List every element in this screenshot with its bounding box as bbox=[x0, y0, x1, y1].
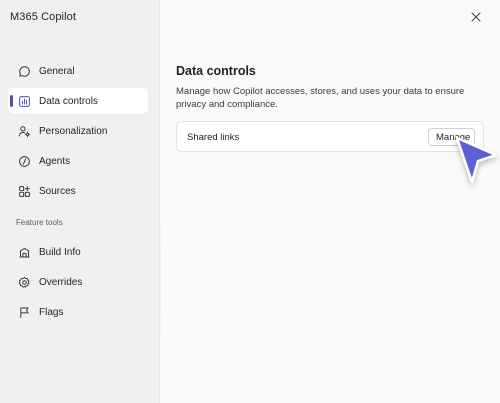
sidebar-item-label: Agents bbox=[39, 155, 71, 167]
main-content bbox=[161, 0, 500, 403]
page-title: Data controls bbox=[176, 64, 256, 78]
section-label-feature-tools: Feature tools bbox=[16, 218, 63, 227]
sidebar: M365 Copilot General Data controls Perso… bbox=[0, 0, 160, 403]
data-bars-icon bbox=[17, 94, 31, 108]
apps-grid-icon bbox=[17, 184, 31, 198]
settings-window: M365 Copilot General Data controls Perso… bbox=[0, 0, 500, 403]
sidebar-item-label: Personalization bbox=[39, 125, 108, 137]
sidebar-item-sources[interactable]: Sources bbox=[8, 178, 148, 204]
sidebar-item-label: Data controls bbox=[39, 95, 98, 107]
app-title: M365 Copilot bbox=[10, 11, 77, 23]
sidebar-item-personalization[interactable]: Personalization bbox=[8, 118, 148, 144]
cursor-pointer-icon bbox=[455, 136, 498, 184]
chat-bubble-icon bbox=[17, 64, 31, 78]
close-icon bbox=[471, 12, 481, 22]
close-button[interactable] bbox=[468, 9, 484, 25]
sidebar-item-label: Sources bbox=[39, 185, 76, 197]
sidebar-item-general[interactable]: General bbox=[8, 58, 148, 84]
person-settings-icon bbox=[17, 124, 31, 138]
active-indicator bbox=[10, 95, 13, 107]
page-description: Manage how Copilot accesses, stores, and… bbox=[176, 86, 465, 110]
sidebar-item-label: Flags bbox=[39, 306, 64, 318]
gear-icon bbox=[17, 275, 31, 289]
agent-code-icon bbox=[17, 154, 31, 168]
sidebar-item-label: Overrides bbox=[39, 276, 83, 288]
sidebar-item-overrides[interactable]: Overrides bbox=[8, 269, 148, 295]
sidebar-item-label: Build Info bbox=[39, 246, 81, 258]
shared-links-label: Shared links bbox=[187, 132, 240, 143]
shared-links-card: Shared links Manage bbox=[176, 121, 484, 152]
sidebar-item-agents[interactable]: Agents bbox=[8, 148, 148, 174]
build-icon bbox=[17, 245, 31, 259]
sidebar-item-build-info[interactable]: Build Info bbox=[8, 239, 148, 265]
sidebar-item-data-controls[interactable]: Data controls bbox=[8, 88, 148, 114]
sidebar-item-flags[interactable]: Flags bbox=[8, 299, 148, 325]
sidebar-item-label: General bbox=[39, 65, 75, 77]
flag-icon bbox=[17, 305, 31, 319]
